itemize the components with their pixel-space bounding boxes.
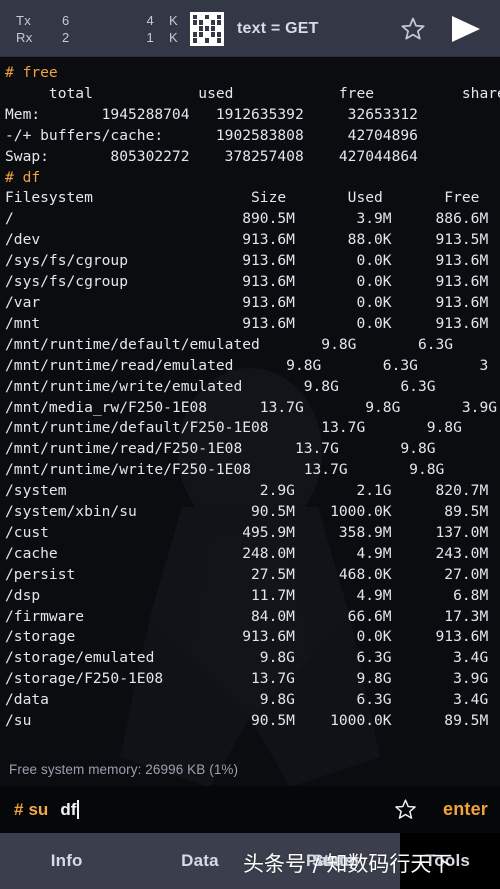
df-row: /var 913.6M 0.0K 913.6M · <box>5 293 500 311</box>
df-row: /system/xbin/su 90.5M 1000.0K 89.5M · <box>5 503 500 521</box>
df-row: /sys/fs/cgroup 913.6M 0.0K 913.6M · <box>5 252 500 270</box>
rx-label: Rx <box>16 29 33 45</box>
txrx-counts: 6 2 <box>62 12 134 46</box>
terminal-app-window: Tx Rx 6 2 4 1 K K text = GET # free tota… <box>0 0 500 889</box>
df-row: /firmware 84.0M 66.6M 17.3M <box>5 607 489 625</box>
tx-rate: 4 <box>146 12 154 28</box>
free-command-line: # free <box>5 64 58 81</box>
df-row: /data 9.8G 6.3G 3.4G · <box>5 691 500 709</box>
df-row: /system 2.9G 2.1G 820.7M · <box>5 482 500 500</box>
df-row: /storage 913.6M 0.0K 913.6M · <box>5 628 500 646</box>
free-row: -/+ buffers/cache: 1902583808 42704896 <box>5 126 418 144</box>
txrx-labels: Tx Rx <box>16 12 62 46</box>
df-row: /su 90.5M 1000.0K 89.5M · <box>5 712 500 730</box>
enter-button[interactable]: enter <box>443 799 488 820</box>
tx-label: Tx <box>16 12 32 28</box>
tab-info[interactable]: Info <box>0 851 133 871</box>
free-memory-status: Free system memory: 26996 KB (1%) <box>9 762 239 777</box>
network-counters: Tx Rx 6 2 4 1 K K <box>16 12 178 46</box>
terminal-text: # free total used free shared bu Mem: 19… <box>0 63 500 732</box>
df-row: /mnt/runtime/read/emulated 9.8G 6.3G 3 <box>5 356 489 374</box>
df-row: /mnt/runtime/default/emulated 9.8G 6.3G <box>5 335 454 353</box>
df-row: /storage/emulated 9.8G 6.3G 3.4G · <box>5 649 500 667</box>
mode-label: text = GET <box>237 19 319 37</box>
txrx-units: K K <box>154 12 178 46</box>
terminal-output-area[interactable]: # free total used free shared bu Mem: 19… <box>0 57 500 786</box>
txrx-rates: 4 1 <box>134 12 154 46</box>
command-input[interactable]: df <box>60 800 79 820</box>
df-row: /sys/fs/cgroup 913.6M 0.0K 913.6M · <box>5 273 500 291</box>
tx-count: 6 <box>62 12 70 28</box>
free-header-line: total used free shared bu <box>48 84 500 102</box>
top-status-bar: Tx Rx 6 2 4 1 K K text = GET <box>0 0 500 57</box>
df-row: /dev 913.6M 88.0K 913.5M · <box>5 231 500 249</box>
df-row: /cache 248.0M 4.9M 243.0M · <box>5 544 500 562</box>
df-row: /mnt/runtime/default/F250-1E08 13.7G 9.8… <box>5 419 462 437</box>
free-row: Swap: 805302272 378257408 427044864 <box>5 147 418 165</box>
grid-icon[interactable] <box>190 11 224 46</box>
text-cursor <box>77 800 79 819</box>
rx-count: 2 <box>62 29 70 45</box>
df-command-line: # df <box>5 168 41 186</box>
prompt-su-label[interactable]: su <box>28 800 48 820</box>
tx-unit: K <box>169 12 178 28</box>
free-row: Mem: 1945288704 1912635392 32653312 <box>5 105 500 123</box>
rx-unit: K <box>169 29 178 45</box>
play-icon[interactable] <box>442 9 488 49</box>
df-row: /mnt/media_rw/F250-1E08 13.7G 9.8G 3.9G <box>5 398 498 416</box>
df-row: /storage/F250-1E08 13.7G 9.8G 3.9G · <box>5 670 500 688</box>
df-row: /dsp 11.7M 4.9M 6.8M · <box>5 586 500 604</box>
df-row: /persist 27.5M 468.0K 27.0M · <box>5 565 500 583</box>
df-row: /mnt/runtime/write/emulated 9.8G 6.3G <box>5 377 436 395</box>
prompt-hash-symbol: # <box>14 799 24 819</box>
df-row: /mnt 913.6M 0.0K 913.6M · <box>5 314 500 332</box>
df-row: /mnt/runtime/read/F250-1E08 13.7G 9.8G <box>5 440 500 458</box>
rx-rate: 1 <box>146 29 154 45</box>
command-input-value: df <box>60 799 77 819</box>
df-row: /mnt/runtime/write/F250-1E08 13.7G 9.8G <box>5 461 445 479</box>
df-header-line: Filesystem Size Used Free l <box>5 189 500 207</box>
df-row: / 890.5M 3.9M 886.6M · <box>5 210 500 228</box>
page-watermark-text: 头条号 / 知数码行天下 <box>243 852 453 876</box>
favorite-star-icon[interactable] <box>396 12 430 46</box>
command-prompt-bar[interactable]: # su df enter <box>0 786 500 833</box>
prompt-favorite-star-icon[interactable] <box>391 795 421 825</box>
df-row: /cust 495.9M 358.9M 137.0M · <box>5 523 500 541</box>
